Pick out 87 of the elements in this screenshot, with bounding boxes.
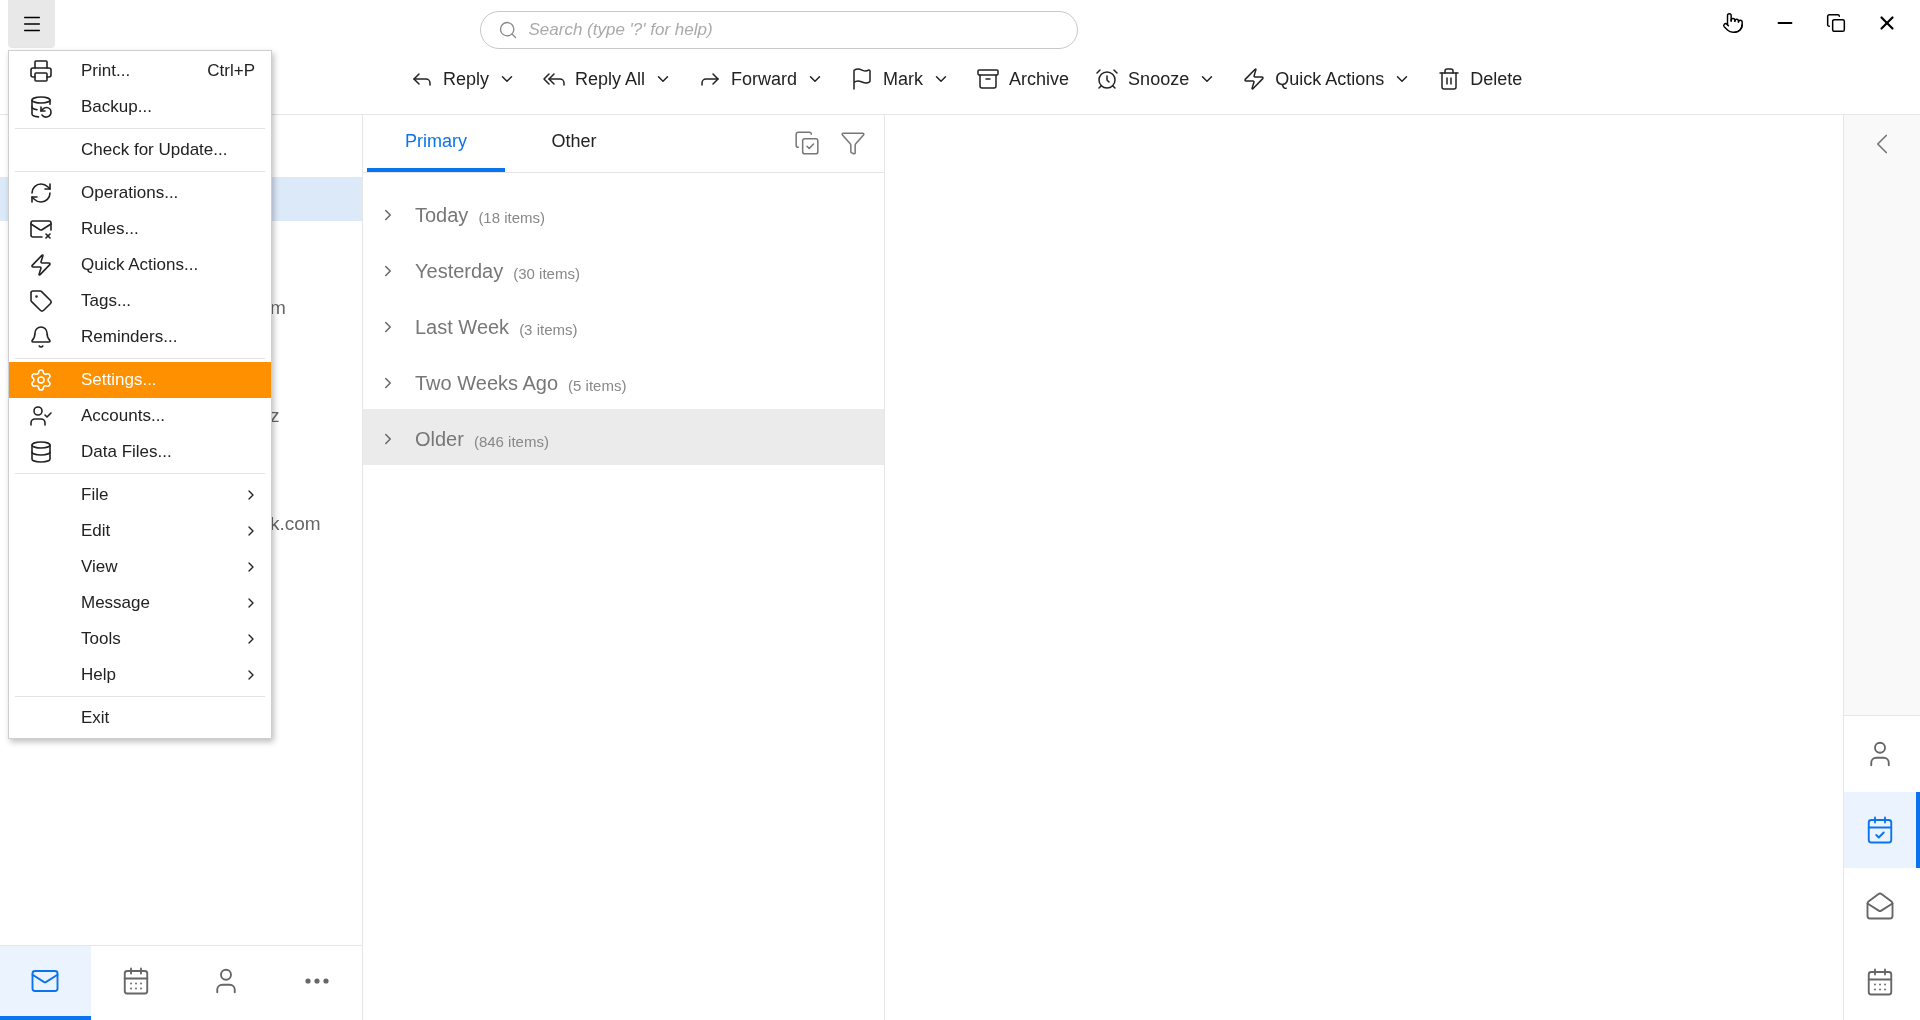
menu-item[interactable]: Check for Update... [9, 132, 271, 168]
shortcut-label: Ctrl+P [207, 60, 256, 83]
menu-item-label: Accounts... [80, 405, 167, 428]
tab[interactable]: Other [505, 114, 643, 172]
menu-item[interactable]: Accounts... [9, 398, 271, 434]
group-label: Two Weeks Ago [415, 371, 559, 396]
lightning-icon [1242, 67, 1267, 91]
menu-item-label: Settings... [80, 369, 158, 392]
group-header[interactable]: Yesterday (30 items) [363, 241, 884, 297]
toolbar-button[interactable]: Archive [976, 65, 1070, 93]
menu-item[interactable]: File [9, 477, 271, 513]
settings-icon [29, 368, 53, 392]
tag-icon [29, 289, 53, 313]
menu-item-label: Message [80, 592, 151, 615]
item-count: (30 items) [513, 263, 580, 284]
alarm-clock-icon [1095, 67, 1120, 91]
toolbar-button[interactable]: Delete [1437, 65, 1523, 93]
menu-item-label: Print... [80, 60, 132, 83]
menu-item[interactable]: Help [9, 657, 271, 693]
menu-item-label: Backup... [80, 96, 153, 119]
toolbar-button[interactable]: Mark [850, 65, 951, 93]
database-icon [29, 440, 53, 464]
lightning-icon [29, 253, 53, 277]
menu-item-label: Data Files... [80, 441, 173, 464]
menu-item-label: Check for Update... [80, 139, 229, 162]
menu-item[interactable]: Reminders... [9, 319, 271, 355]
menu-item[interactable]: Backup... [9, 89, 271, 125]
search-field[interactable]: Search (type '?' for help) [479, 11, 1078, 49]
menu-item[interactable]: Edit [9, 513, 271, 549]
more-icon [304, 978, 329, 984]
nav-tab[interactable] [0, 946, 91, 1020]
menu-item[interactable]: Exit [9, 700, 271, 736]
toolbar-button[interactable]: Snooze [1095, 65, 1217, 93]
restore-icon[interactable] [1826, 13, 1846, 33]
menu-item[interactable]: Data Files... [9, 434, 271, 470]
calendar-icon [1865, 967, 1895, 997]
menu-item-label: Tags... [80, 290, 133, 313]
group-label: Last Week [415, 315, 510, 340]
toolbar-button[interactable]: Reply All [542, 65, 673, 93]
group-label: Today [415, 203, 469, 228]
archive-icon [976, 67, 1001, 91]
item-count: (846 items) [473, 431, 549, 452]
item-count: (5 items) [568, 375, 627, 396]
menu-item[interactable]: Print... Ctrl+P [9, 53, 271, 89]
menu-item[interactable]: Tools [9, 621, 271, 657]
menu-item-label: Edit [80, 520, 112, 543]
menu-item[interactable]: Tags... [9, 283, 271, 319]
menu-item[interactable]: Quick Actions... [9, 247, 271, 283]
item-count: (3 items) [519, 319, 578, 340]
group-label: Yesterday [415, 259, 504, 284]
toolbar-button[interactable]: Quick Actions [1242, 65, 1412, 93]
group-header[interactable]: Last Week (3 items) [363, 297, 884, 353]
toolbar-button[interactable]: Reply [410, 65, 517, 93]
toolbar-button[interactable]: Forward [698, 65, 825, 93]
bell-icon [29, 325, 53, 349]
menu-item[interactable]: Message [9, 585, 271, 621]
menu-item-label: Quick Actions... [80, 254, 200, 277]
menu-item[interactable]: View [9, 549, 271, 585]
backup-icon [29, 95, 53, 119]
tab[interactable]: Primary [367, 114, 505, 172]
group-label: Older [415, 427, 464, 452]
menu-button[interactable] [8, 0, 55, 48]
touch-pointer-icon[interactable] [1722, 12, 1744, 34]
menu-item-label: File [80, 484, 110, 507]
rail-button[interactable] [1844, 792, 1920, 868]
menu-item-label: View [80, 556, 119, 579]
open-mail-icon [1865, 891, 1895, 921]
menu-item[interactable]: Operations... [9, 175, 271, 211]
trash-icon [1437, 67, 1462, 91]
menu-item[interactable]: Rules... [9, 211, 271, 247]
group-header[interactable]: Two Weeks Ago (5 items) [363, 353, 884, 409]
calendar-check-icon [1865, 815, 1895, 845]
menu-item-label: Tools [80, 628, 122, 651]
menu-item-label: Rules... [80, 218, 140, 241]
group-header[interactable]: Older (846 items) [363, 409, 884, 465]
menu-item-label: Help [80, 664, 117, 687]
menu-item-label: Exit [80, 707, 111, 730]
menu-item-label: Reminders... [80, 326, 179, 349]
menu-item-label: Operations... [80, 182, 180, 205]
filter-icon[interactable] [840, 130, 866, 156]
refresh-icon [29, 181, 53, 205]
select-all-icon[interactable] [794, 130, 820, 156]
printer-icon [29, 59, 53, 83]
item-count: (18 items) [478, 207, 546, 228]
group-header[interactable]: Today (18 items) [363, 185, 884, 241]
mail-rules-icon [29, 217, 53, 241]
search-icon [497, 20, 518, 40]
